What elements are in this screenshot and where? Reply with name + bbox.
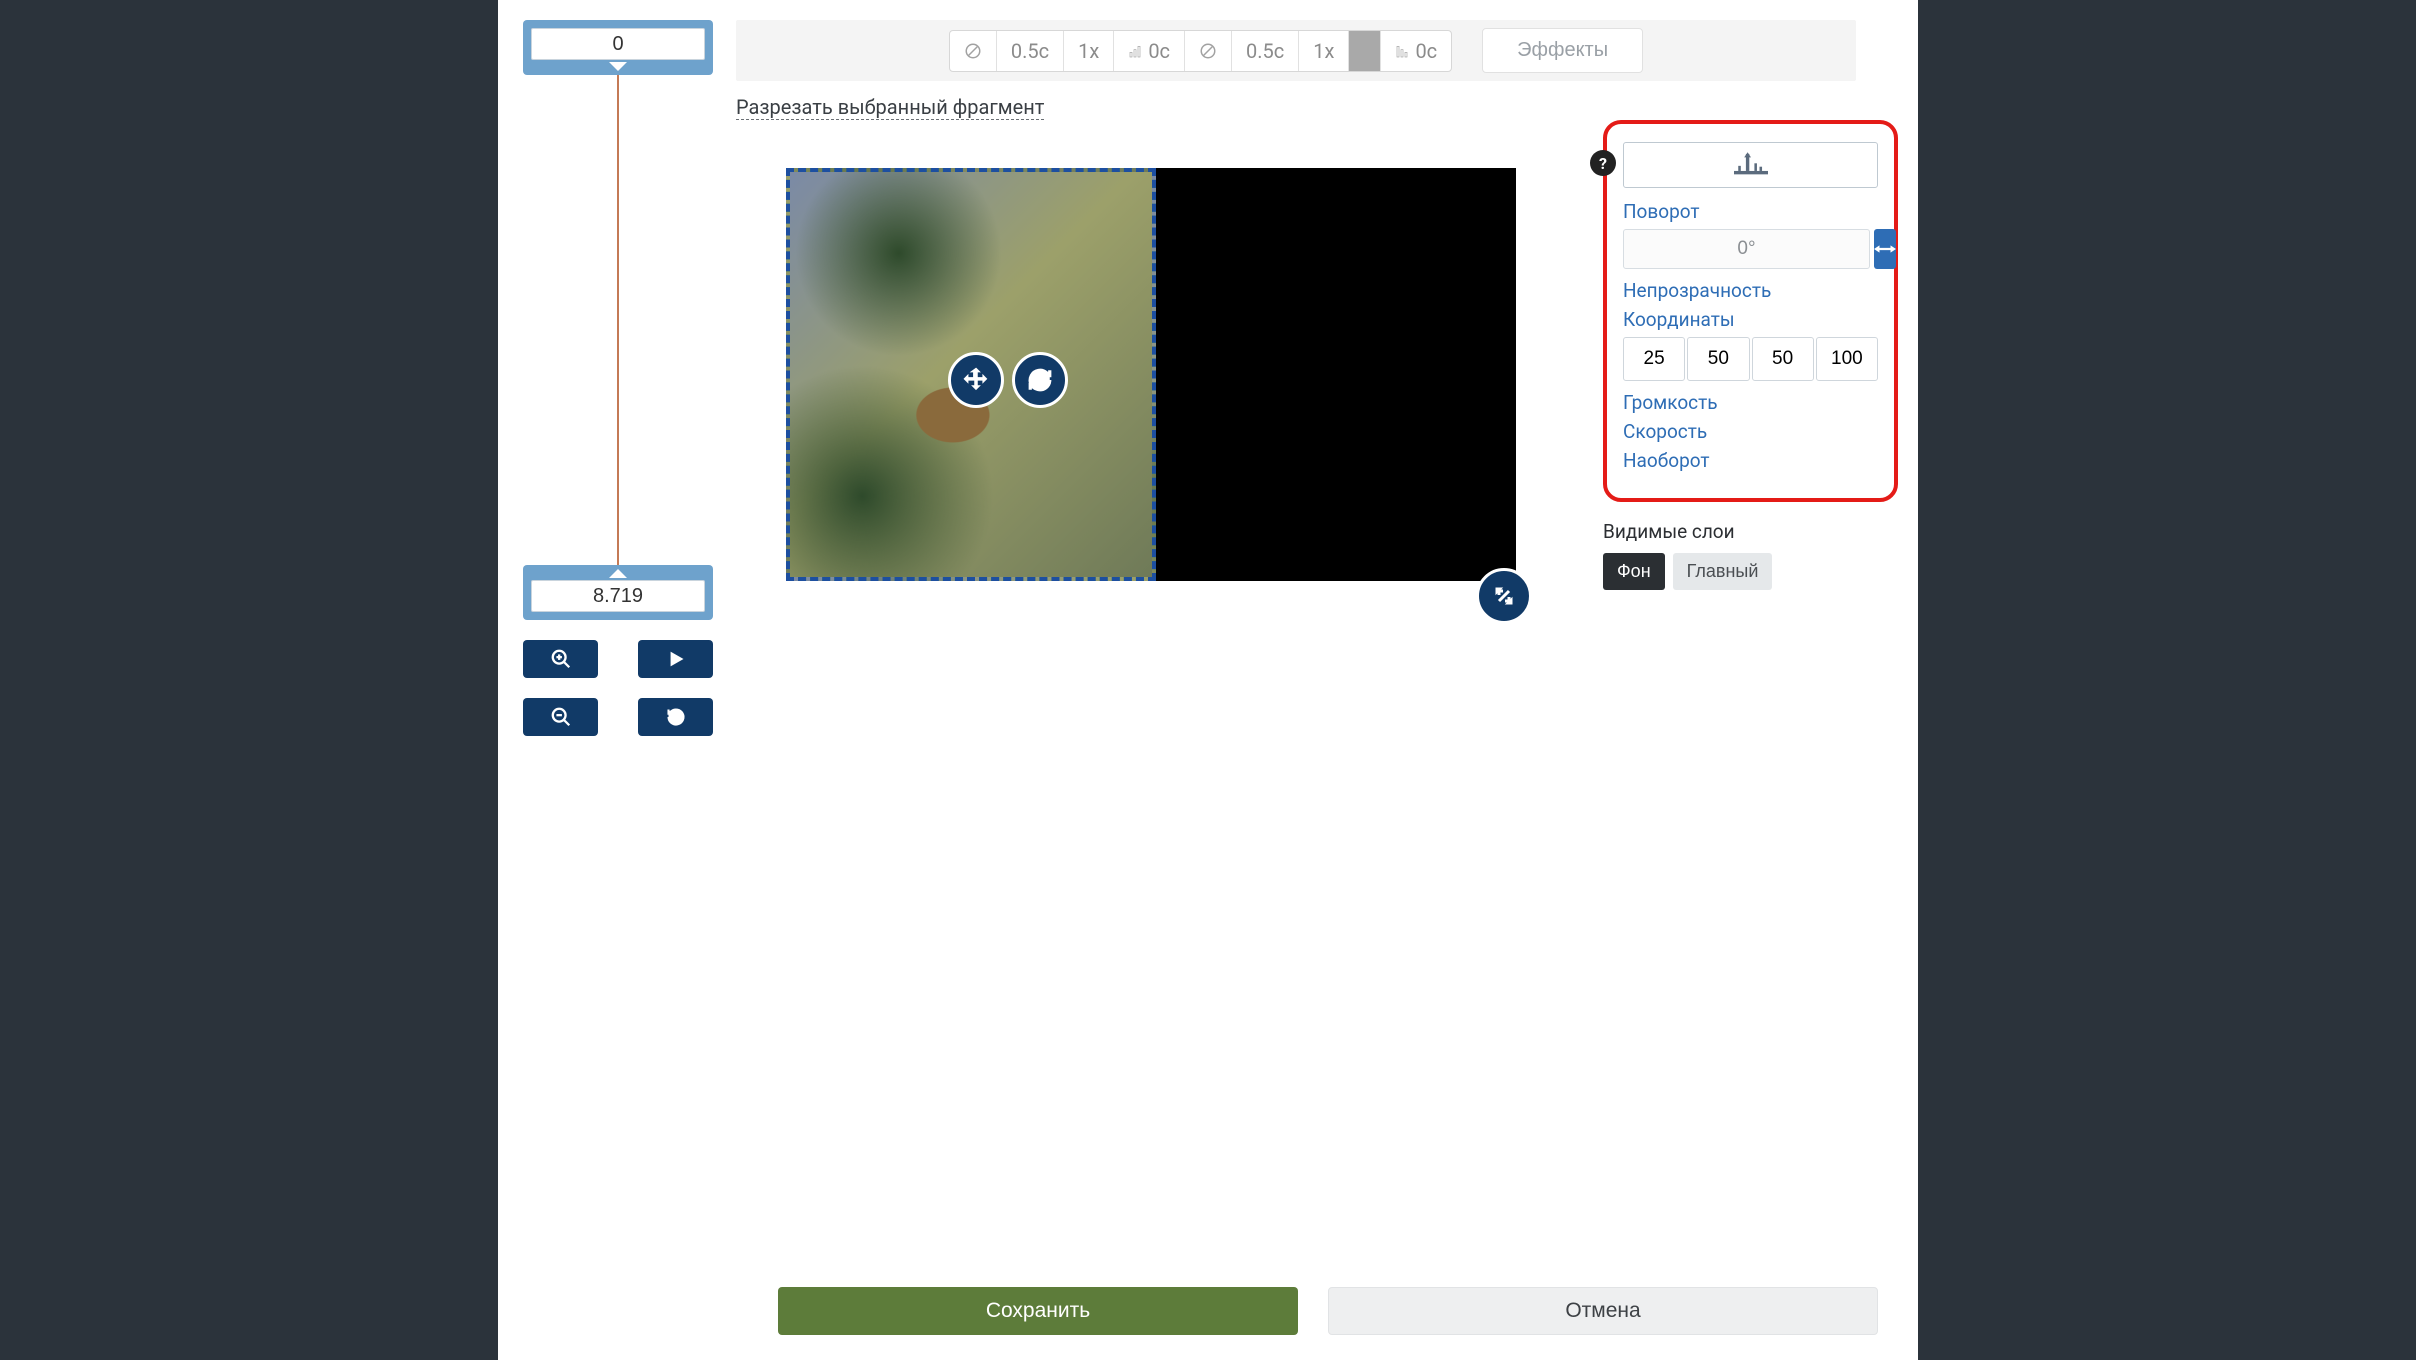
bars-down-icon [1395,43,1411,59]
right-column: ? Поворот Непрозрачность Координаты Гром… [1603,120,1898,1340]
thumbnail-icon [1734,151,1768,179]
volume-label[interactable]: Громкость [1623,391,1878,414]
preview-canvas[interactable] [786,168,1516,581]
rotate-icon [1027,367,1053,393]
timeline-start-handle[interactable] [523,20,713,75]
cut-fragment-link[interactable]: Разрезать выбранный фрагмент [736,95,1044,120]
flip-horizontal-button[interactable] [1874,229,1896,269]
timeline-rail[interactable] [617,75,619,565]
coord-x1[interactable] [1623,337,1685,381]
layers-block: Видимые слои Фон Главный [1603,520,1898,590]
rotation-input[interactable] [1623,229,1870,269]
left-buttons-row-2 [523,698,713,736]
reload-icon [666,707,686,727]
fade-a[interactable]: 0с [1114,31,1185,71]
left-buttons-row-1 [523,640,713,678]
no-transition-b-icon[interactable] [1185,31,1232,71]
cancel-button[interactable]: Отмена [1328,1287,1878,1335]
speed-b[interactable]: 1x [1299,31,1349,71]
move-handle[interactable] [948,352,1004,408]
selected-clip[interactable] [786,168,1156,581]
timeline-start-input[interactable] [531,28,705,60]
layers-row: Фон Главный [1603,553,1898,590]
zoom-out-button[interactable] [523,698,598,736]
timeline-slider[interactable] [523,20,713,620]
fade-b[interactable]: 0с [1381,31,1451,71]
top-toolbar: 0.5с 1x 0с 0.5с 1x 0с [736,20,1856,81]
coord-x2[interactable] [1752,337,1814,381]
center-column: 0.5с 1x 0с 0.5с 1x 0с [736,20,1566,1340]
reload-button[interactable] [638,698,713,736]
clip-thumbnail[interactable] [1623,142,1878,188]
rotation-row [1623,229,1878,269]
coord-y1[interactable] [1687,337,1749,381]
caret-up-icon [609,569,627,578]
duration-b[interactable]: 0.5с [1232,31,1299,71]
timeline-column [518,20,718,1340]
speed-label[interactable]: Скорость [1623,420,1878,443]
rotate-handle[interactable] [1012,352,1068,408]
layer-chip-background[interactable]: Фон [1603,553,1665,590]
effects-button[interactable]: Эффекты [1482,28,1643,73]
layer-chip-main[interactable]: Главный [1673,553,1773,590]
no-transition-a-icon[interactable] [950,31,997,71]
bars-icon [1128,43,1144,59]
resize-icon [1492,584,1516,608]
footer-row: Сохранить Отмена [778,1287,1878,1335]
transition-in-group[interactable]: 0.5с 1x 0с 0.5с 1x 0с [949,30,1452,72]
zoom-in-icon [550,648,572,670]
coordinates-label[interactable]: Координаты [1623,308,1878,331]
move-icon [962,366,990,394]
play-icon [666,649,686,669]
timeline-end-handle[interactable] [523,565,713,620]
coordinates-row [1623,337,1878,381]
properties-panel: ? Поворот Непрозрачность Координаты Гром… [1603,120,1898,502]
coord-y2[interactable] [1816,337,1878,381]
help-button[interactable]: ? [1590,150,1616,176]
caret-down-icon [609,62,627,71]
rotation-label[interactable]: Поворот [1623,200,1878,223]
speed-a[interactable]: 1x [1064,31,1114,71]
duration-a[interactable]: 0.5с [997,31,1064,71]
timeline-end-input[interactable] [531,580,705,612]
zoom-in-button[interactable] [523,640,598,678]
app-root: 0.5с 1x 0с 0.5с 1x 0с [498,0,1918,1360]
zoom-out-icon [550,706,572,728]
opacity-label[interactable]: Непрозрачность [1623,279,1878,302]
play-button[interactable] [638,640,713,678]
reverse-label[interactable]: Наоборот [1623,449,1878,472]
layers-title: Видимые слои [1603,520,1898,543]
flip-h-icon [1874,242,1896,256]
color-swatch[interactable] [1349,31,1381,71]
save-button[interactable]: Сохранить [778,1287,1298,1335]
resize-handle[interactable] [1476,568,1532,624]
